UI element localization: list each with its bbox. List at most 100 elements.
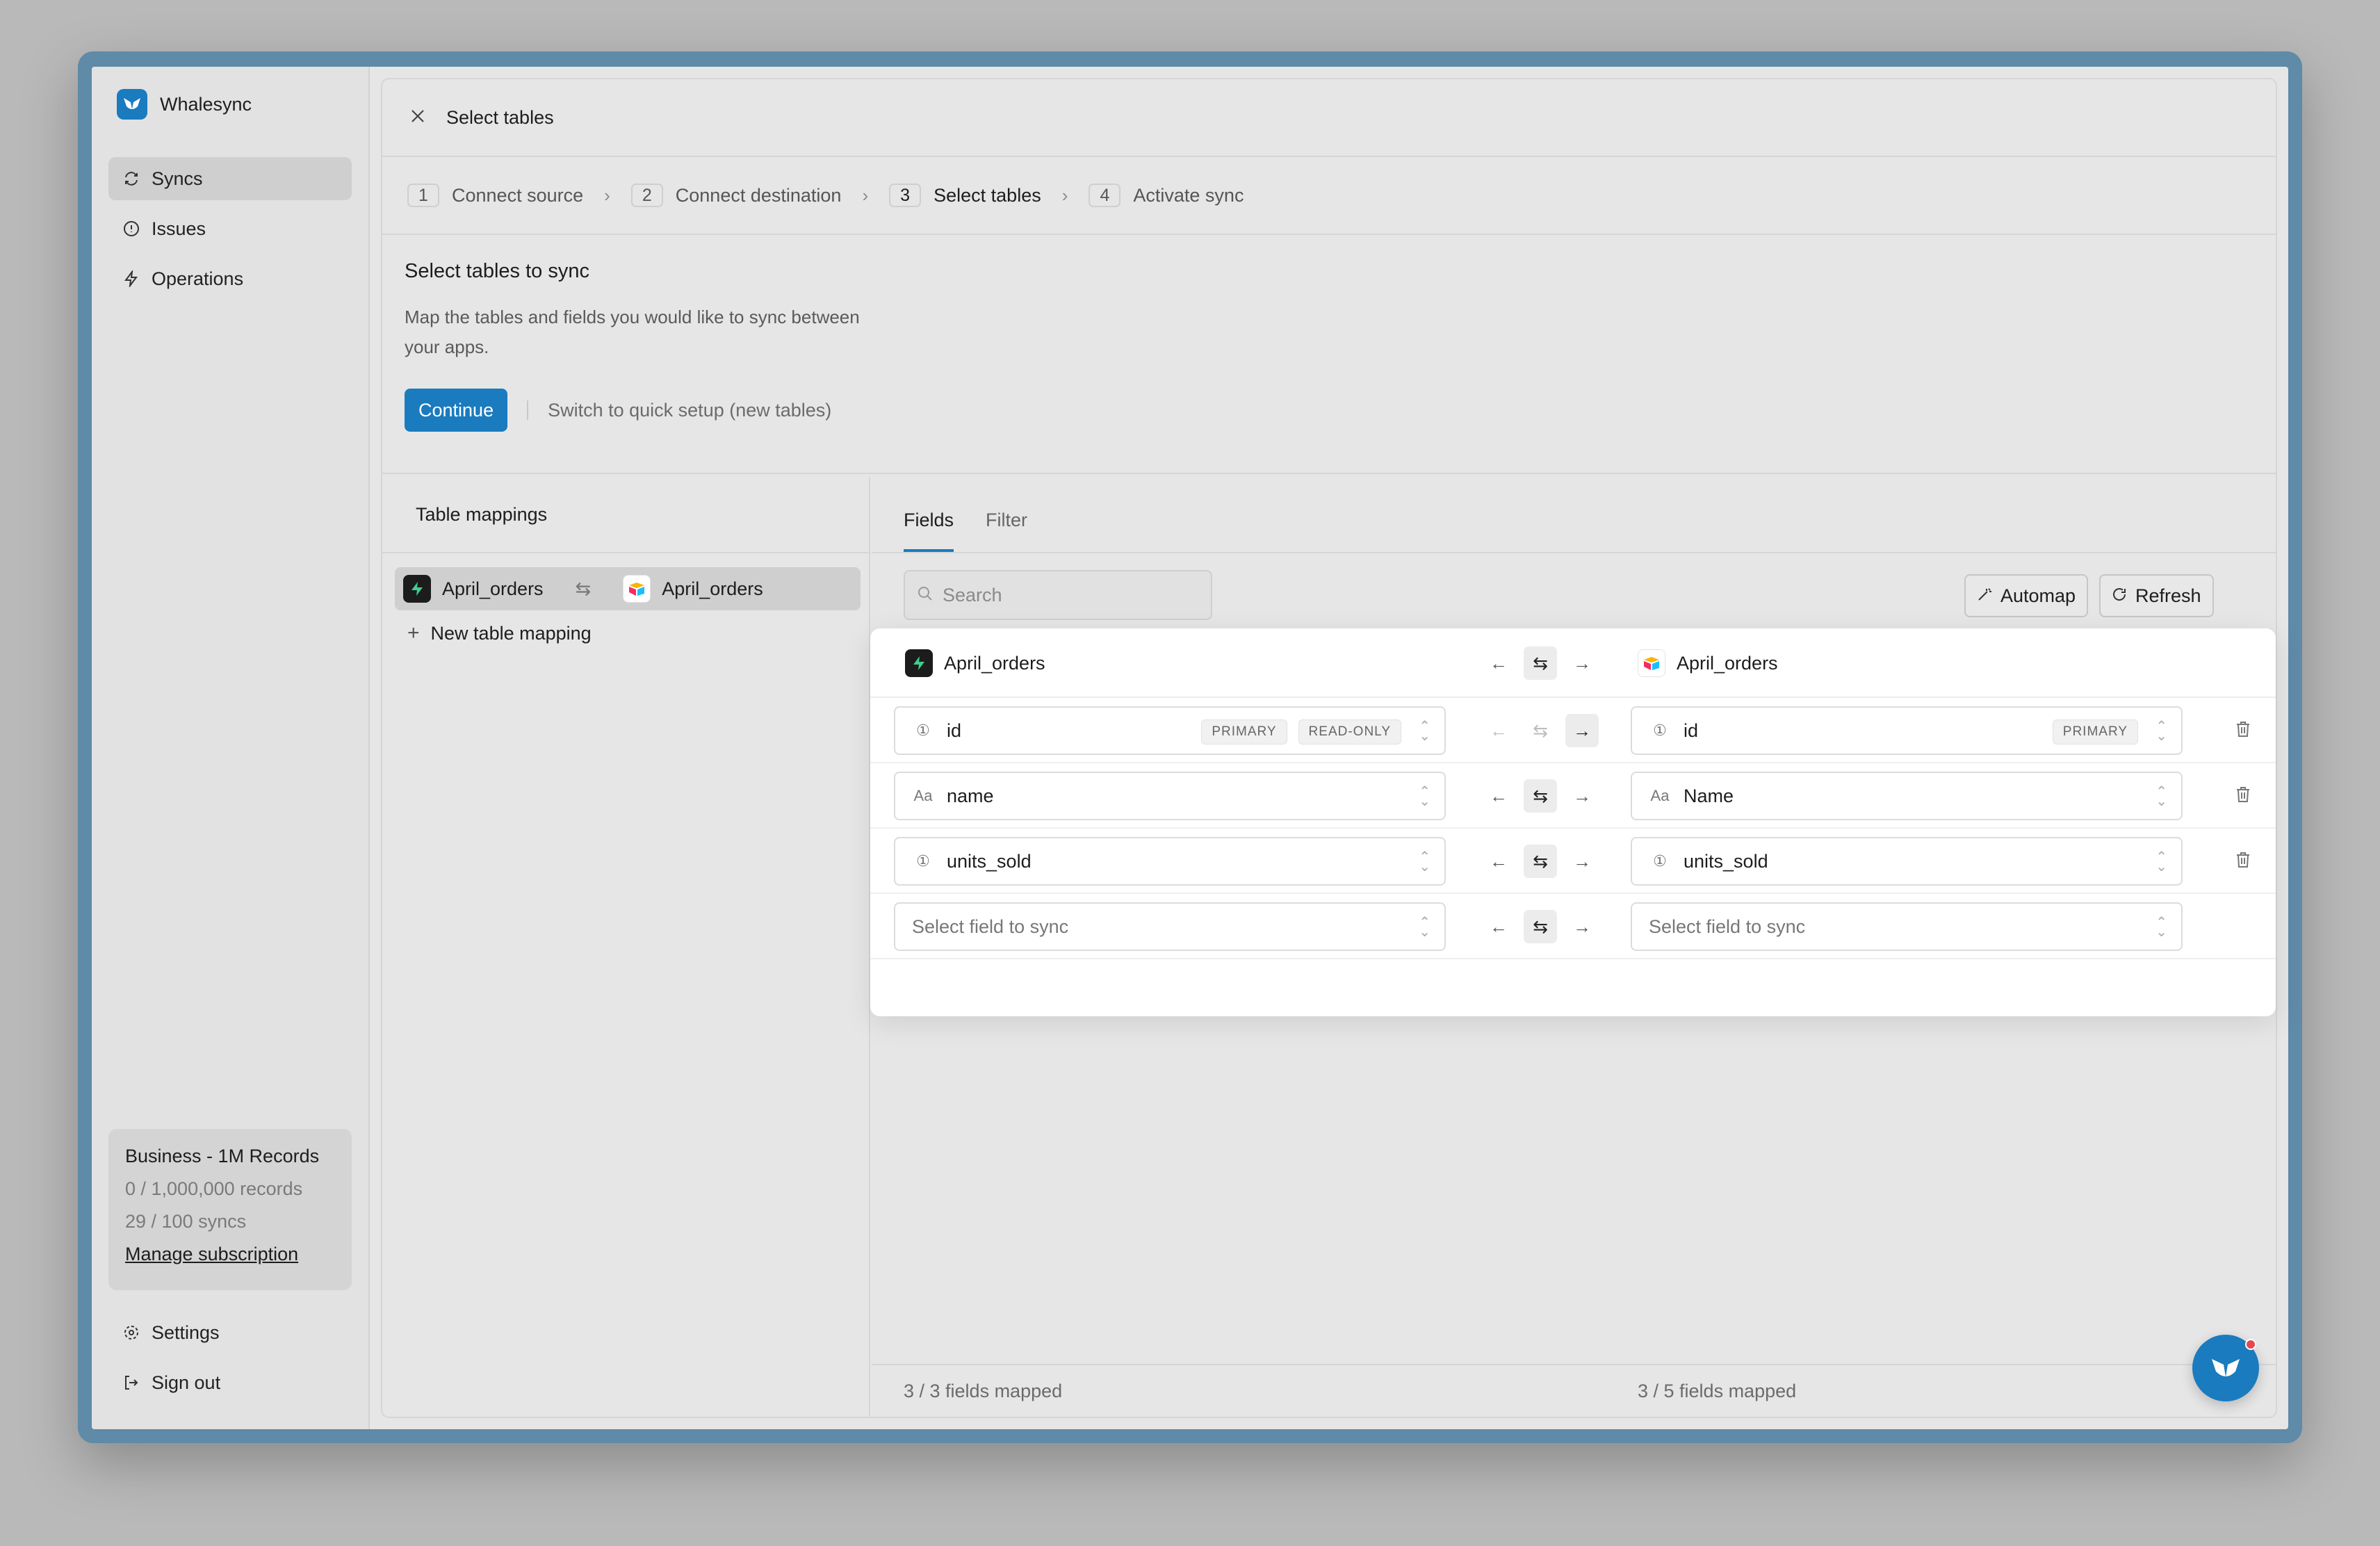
fields-footer: 3 / 3 fields mapped 3 / 5 fields mapped bbox=[872, 1364, 2276, 1417]
automap-label: Automap bbox=[2000, 585, 2076, 606]
new-table-mapping-button[interactable]: + New table mapping bbox=[407, 612, 592, 655]
sidebar-item-label: Sign out bbox=[152, 1372, 221, 1393]
arrow-both-icon[interactable]: ⇆ bbox=[1524, 779, 1557, 813]
trash-icon[interactable] bbox=[2231, 848, 2255, 872]
search-placeholder: Search bbox=[943, 584, 1002, 605]
sidebar-bottom: Settings Sign out bbox=[122, 1311, 220, 1411]
step-label: Select tables bbox=[934, 184, 1041, 206]
table-mappings-column: Table mappings April_orders ⇆ April_orde… bbox=[382, 477, 870, 1417]
arrow-left-icon[interactable]: ← bbox=[1482, 779, 1515, 813]
arrow-both-icon[interactable]: ⇆ bbox=[1524, 714, 1557, 747]
sidebar-item-syncs[interactable]: Syncs bbox=[108, 157, 352, 200]
chevron-up-down-icon: ⌃ ⌄ bbox=[1419, 784, 1431, 809]
sidebar-item-sign-out[interactable]: Sign out bbox=[122, 1361, 220, 1404]
source-field-select[interactable]: ① units_sold ⌃ ⌄ bbox=[894, 837, 1446, 886]
search-input[interactable]: Search bbox=[904, 570, 1212, 620]
whale-icon bbox=[2212, 1359, 2240, 1377]
arrow-left-icon[interactable]: ← bbox=[1482, 714, 1515, 747]
supabase-icon bbox=[403, 575, 431, 603]
destination-field-name: id bbox=[1684, 719, 1699, 741]
number-icon: ① bbox=[1653, 852, 1667, 870]
chevron-up-down-icon: ⌃ ⌄ bbox=[2155, 915, 2167, 940]
table-mapping-item[interactable]: April_orders ⇆ April_orders bbox=[395, 567, 861, 610]
refresh-icon bbox=[2112, 585, 2127, 607]
arrow-left-icon[interactable]: ← bbox=[1482, 646, 1515, 680]
tab-fields[interactable]: Fields bbox=[904, 510, 954, 552]
mapping-destination-name: April_orders bbox=[662, 578, 763, 599]
step-activate-sync[interactable]: 4 Activate sync bbox=[1089, 184, 1244, 207]
manage-subscription-link[interactable]: Manage subscription bbox=[125, 1244, 335, 1265]
arrow-right-icon[interactable]: → bbox=[1565, 910, 1599, 943]
destination-table-header: April_orders bbox=[1638, 649, 1778, 677]
right-fields-count: 3 / 5 fields mapped bbox=[1638, 1381, 1797, 1401]
field-tags: PRIMARY READ-ONLY bbox=[1201, 719, 1401, 744]
close-icon[interactable] bbox=[410, 108, 425, 127]
brand[interactable]: Whalesync bbox=[117, 89, 252, 120]
arrow-right-icon[interactable]: → bbox=[1565, 646, 1599, 680]
source-field-name: units_sold bbox=[947, 850, 1032, 872]
chevron-up-down-icon: ⌃ ⌄ bbox=[1419, 849, 1431, 874]
arrow-both-icon[interactable]: ⇆ bbox=[1524, 646, 1557, 680]
source-field-select[interactable]: Aa name ⌃ ⌄ bbox=[894, 772, 1446, 820]
arrow-right-icon[interactable]: → bbox=[1565, 779, 1599, 813]
destination-field-select[interactable]: ① id PRIMARY ⌃ ⌄ bbox=[1631, 706, 2183, 755]
arrow-both-icon[interactable]: ⇆ bbox=[1524, 910, 1557, 943]
whalesync-logo-icon bbox=[117, 89, 147, 120]
direction-controls: ← ⇆ → bbox=[1482, 910, 1599, 943]
destination-field-select[interactable]: Select field to sync ⌃ ⌄ bbox=[1631, 902, 2183, 951]
text-icon: Aa bbox=[913, 787, 933, 804]
intro-title: Select tables to sync bbox=[405, 260, 589, 282]
direction-controls: ← ⇆ → bbox=[1482, 714, 1599, 747]
arrow-left-icon[interactable]: ← bbox=[1482, 845, 1515, 878]
step-number: 4 bbox=[1089, 184, 1121, 207]
refresh-button[interactable]: Refresh bbox=[2099, 574, 2214, 617]
source-table-header: April_orders bbox=[905, 649, 1045, 677]
step-connect-source[interactable]: 1 Connect source bbox=[407, 184, 583, 207]
sidebar-item-label: Settings bbox=[152, 1321, 220, 1343]
sync-arrows-icon: ⇆ bbox=[575, 578, 592, 599]
source-field-select[interactable]: ① id PRIMARY READ-ONLY ⌃ ⌄ bbox=[894, 706, 1446, 755]
arrow-both-icon[interactable]: ⇆ bbox=[1524, 845, 1557, 878]
mapping-source-name: April_orders bbox=[442, 578, 544, 599]
arrow-right-icon[interactable]: → bbox=[1565, 845, 1599, 878]
step-number: 2 bbox=[630, 184, 663, 207]
destination-field-name: Name bbox=[1684, 785, 1734, 806]
destination-field-select[interactable]: Aa Name ⌃ ⌄ bbox=[1631, 772, 2183, 820]
step-connect-destination[interactable]: 2 Connect destination bbox=[630, 184, 841, 207]
direction-controls: ← ⇆ → bbox=[1482, 779, 1599, 813]
table-mappings-header: Table mappings bbox=[382, 477, 869, 553]
primary-tag: PRIMARY bbox=[1201, 719, 1287, 744]
direction-controls: ← ⇆ → bbox=[1482, 845, 1599, 878]
intro-description: Map the tables and fields you would like… bbox=[405, 307, 860, 357]
plan-summary: Business - 1M Records 0 / 1,000,000 reco… bbox=[108, 1129, 352, 1290]
primary-tag: PRIMARY bbox=[2052, 719, 2138, 744]
step-label: Activate sync bbox=[1133, 184, 1244, 206]
search-icon bbox=[918, 586, 933, 605]
arrow-left-icon[interactable]: ← bbox=[1482, 910, 1515, 943]
step-number: 1 bbox=[407, 184, 439, 207]
tab-filter[interactable]: Filter bbox=[986, 510, 1027, 552]
fields-toolbar: Search Automap Refresh bbox=[904, 570, 2244, 620]
automap-button[interactable]: Automap bbox=[1964, 574, 2089, 617]
sidebar-nav: Syncs Issues Operations bbox=[108, 157, 352, 307]
step-select-tables[interactable]: 3 Select tables bbox=[889, 184, 1041, 207]
trash-icon[interactable] bbox=[2231, 783, 2255, 806]
text-icon: Aa bbox=[1650, 787, 1670, 804]
destination-field-select[interactable]: ① units_sold ⌃ ⌄ bbox=[1631, 837, 2183, 886]
field-mapping-row: Select field to sync ⌃ ⌄ ← ⇆ → Select fie… bbox=[870, 894, 2276, 959]
brand-name: Whalesync bbox=[160, 93, 252, 115]
source-field-select[interactable]: Select field to sync ⌃ ⌄ bbox=[894, 902, 1446, 951]
support-chat-button[interactable] bbox=[2192, 1335, 2259, 1401]
arrow-right-icon[interactable]: → bbox=[1565, 714, 1599, 747]
sidebar: Whalesync Syncs Issues Operations Busine… bbox=[92, 67, 370, 1429]
sidebar-item-issues[interactable]: Issues bbox=[108, 207, 352, 250]
alert-circle-icon bbox=[122, 220, 140, 238]
panel-header: Select tables bbox=[382, 79, 2276, 157]
sidebar-item-settings[interactable]: Settings bbox=[122, 1311, 220, 1354]
trash-icon[interactable] bbox=[2231, 717, 2255, 741]
continue-button[interactable]: Continue bbox=[405, 389, 508, 432]
quick-setup-link[interactable]: Switch to quick setup (new tables) bbox=[548, 400, 831, 421]
airtable-icon bbox=[623, 575, 651, 603]
sidebar-item-operations[interactable]: Operations bbox=[108, 257, 352, 300]
field-mapping-header: April_orders ← ⇆ → April_orders bbox=[870, 628, 2276, 698]
